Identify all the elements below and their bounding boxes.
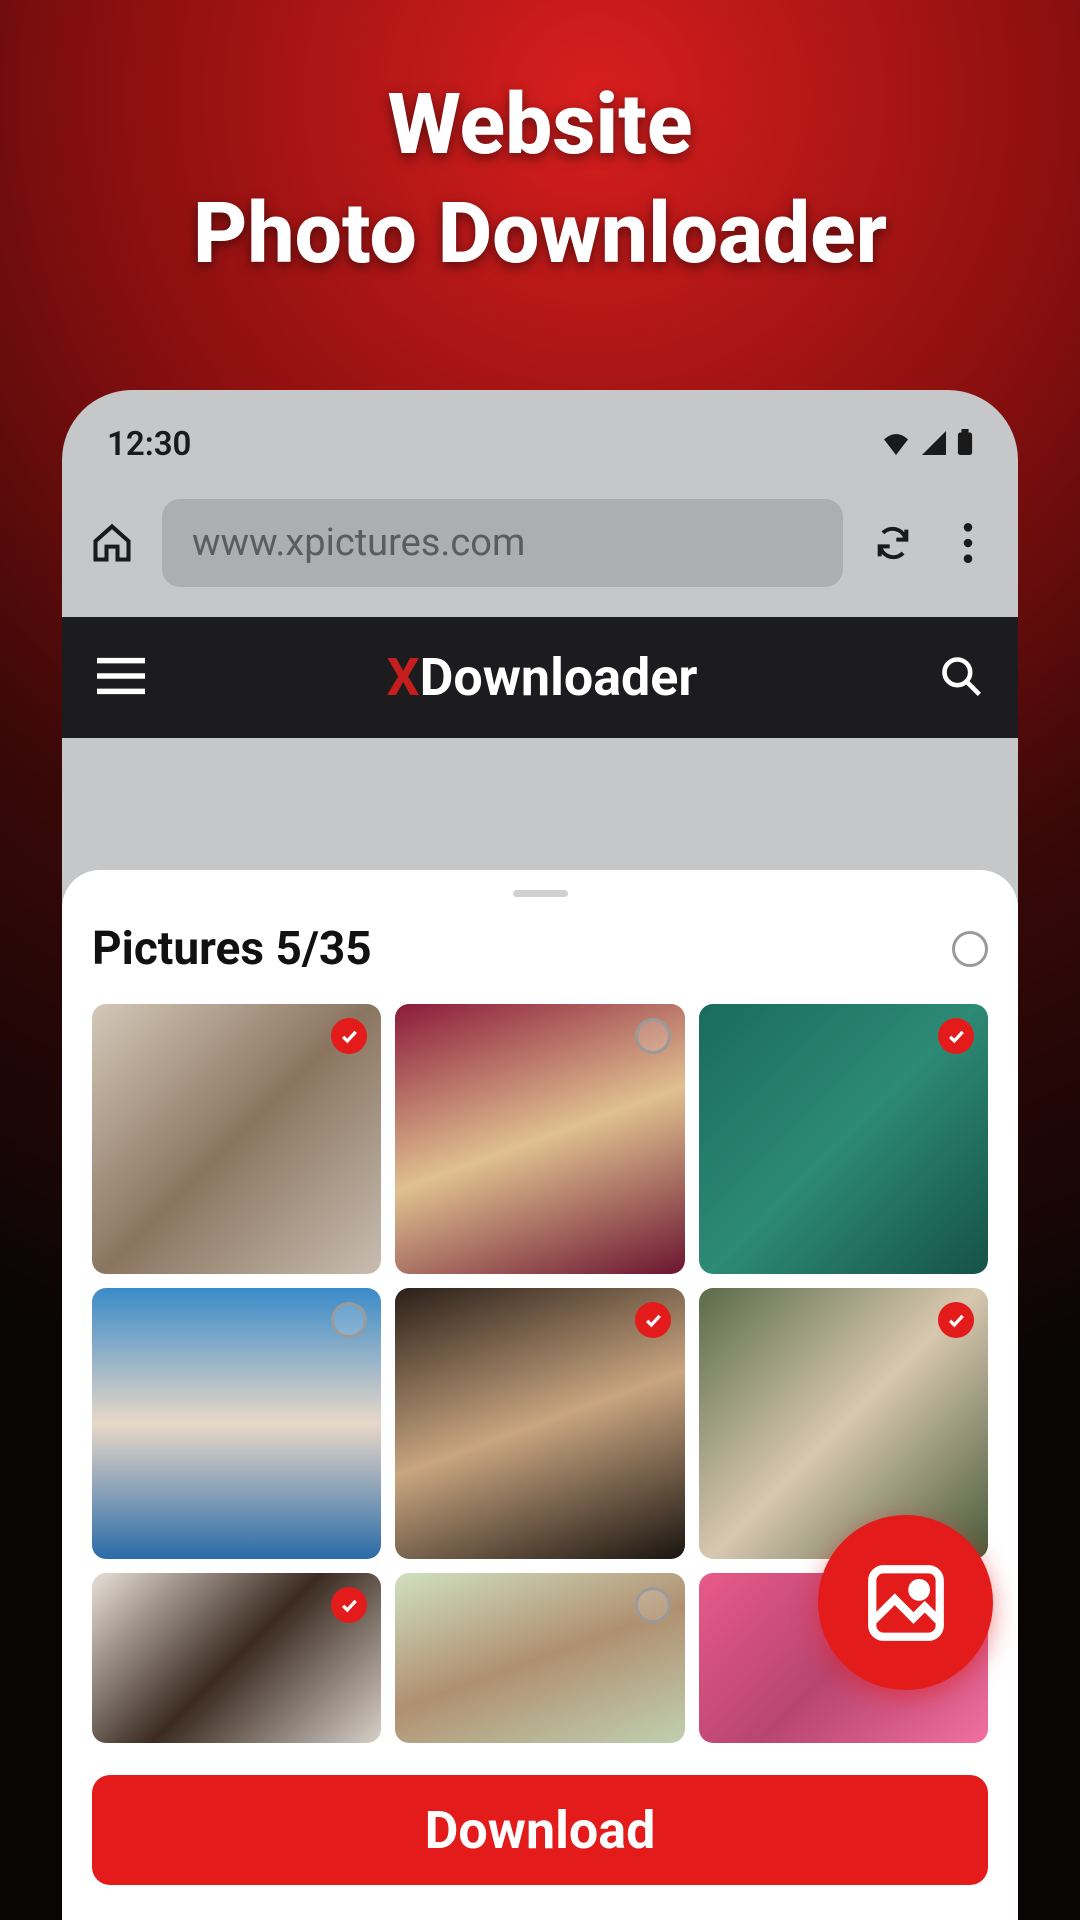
photo-thumb[interactable] xyxy=(699,1288,988,1558)
signal-icon xyxy=(921,425,947,464)
menu-button[interactable] xyxy=(97,656,145,700)
sheet-title: Pictures 5/35 xyxy=(92,922,372,976)
phone-frame: 12:30 www.xpictures.com xyxy=(62,390,1018,1920)
photo-thumb[interactable] xyxy=(395,1004,684,1274)
photo-thumb[interactable] xyxy=(92,1288,381,1558)
status-time: 12:30 xyxy=(107,425,191,464)
headline-line2: Photo Downloader xyxy=(0,184,1080,283)
check-icon[interactable] xyxy=(331,1587,367,1623)
status-bar: 12:30 xyxy=(62,390,1018,484)
photo-thumb[interactable] xyxy=(395,1288,684,1558)
photo-thumb[interactable] xyxy=(699,1004,988,1274)
battery-icon xyxy=(957,425,973,464)
more-button[interactable] xyxy=(943,518,993,568)
check-icon[interactable] xyxy=(938,1018,974,1054)
app-title: XDownloader xyxy=(387,647,698,708)
check-icon[interactable] xyxy=(331,1302,367,1338)
headline-line1: Website xyxy=(0,75,1080,174)
bottom-sheet: Pictures 5/35 Download xyxy=(62,870,1018,1920)
photo-thumb[interactable] xyxy=(92,1004,381,1274)
download-label: Download xyxy=(425,1800,656,1861)
refresh-button[interactable] xyxy=(868,518,918,568)
app-title-rest: Downloader xyxy=(420,647,698,708)
url-input[interactable]: www.xpictures.com xyxy=(162,499,843,587)
check-icon[interactable] xyxy=(635,1302,671,1338)
check-icon[interactable] xyxy=(938,1302,974,1338)
photo-thumb[interactable] xyxy=(92,1573,381,1743)
check-icon[interactable] xyxy=(331,1018,367,1054)
check-icon[interactable] xyxy=(635,1587,671,1623)
app-header: XDownloader xyxy=(62,617,1018,738)
app-title-x: X xyxy=(387,647,420,708)
search-button[interactable] xyxy=(939,654,983,702)
home-button[interactable] xyxy=(87,518,137,568)
check-icon[interactable] xyxy=(635,1018,671,1054)
browser-toolbar: www.xpictures.com xyxy=(62,484,1018,617)
select-all-toggle[interactable] xyxy=(952,931,988,967)
url-text: www.xpictures.com xyxy=(192,521,525,565)
promo-headline: Website Photo Downloader xyxy=(0,0,1080,283)
download-button[interactable]: Download xyxy=(92,1775,988,1885)
sheet-handle[interactable] xyxy=(513,890,568,897)
wifi-icon xyxy=(881,425,911,464)
image-fab[interactable] xyxy=(818,1515,993,1690)
photo-thumb[interactable] xyxy=(395,1573,684,1743)
